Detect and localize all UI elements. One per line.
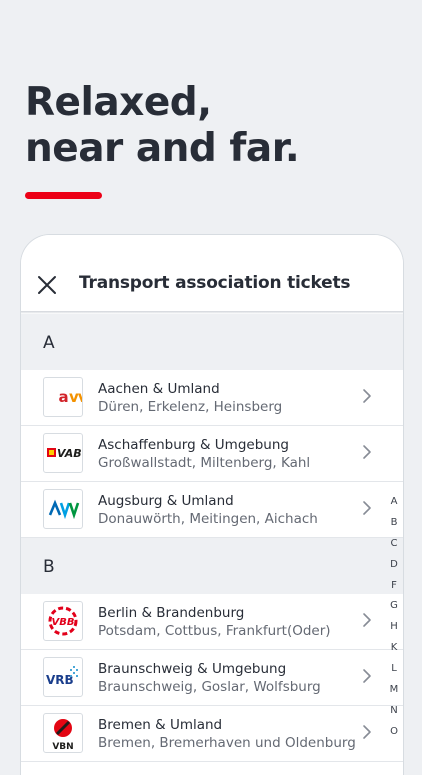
section-header-a: A <box>21 314 403 370</box>
list-item-aachen[interactable]: avv Aachen & Umland Düren, Erkelenz, Hei… <box>21 370 403 426</box>
list-item-augsburg[interactable]: Augsburg & Umland Donauwörth, Meitingen,… <box>21 482 403 538</box>
chevron-right-icon <box>363 389 371 403</box>
index-letter-c[interactable]: C <box>386 534 402 555</box>
close-button[interactable] <box>35 273 59 297</box>
index-letter-m[interactable]: M <box>386 680 402 701</box>
index-letter-h[interactable]: H <box>386 617 402 638</box>
index-letter-f[interactable]: F <box>386 576 402 597</box>
item-subtitle: Potsdam, Cottbus, Frankfurt(Oder) <box>98 623 331 639</box>
headline-line-2: near and far. <box>25 126 300 171</box>
item-title: Aachen & Umland <box>98 381 220 397</box>
svg-text:VAB: VAB <box>57 447 82 460</box>
screen-title: Transport association tickets <box>79 273 351 293</box>
vrb-logo: VRB <box>43 657 83 697</box>
promo-headline: Relaxed, near and far. <box>25 80 300 172</box>
headline-line-1: Relaxed, <box>25 80 212 125</box>
vab-logo: VAB <box>43 433 83 473</box>
close-icon <box>38 276 56 294</box>
item-subtitle: Braunschweig, Goslar, Wolfsburg <box>98 679 321 695</box>
chevron-right-icon <box>363 669 371 683</box>
phone-screen: Transport association tickets A avv Aach… <box>20 234 404 775</box>
item-subtitle: Bremen, Bremerhaven und Oldenburg <box>98 735 356 751</box>
chevron-right-icon <box>363 501 371 515</box>
item-title: Aschaffenburg & Umgebung <box>98 437 289 453</box>
list-item-berlin[interactable]: VBB Berlin & Brandenburg Potsdam, Cottbu… <box>21 594 403 650</box>
item-title: Augsburg & Umland <box>98 493 234 509</box>
index-letter-k[interactable]: K <box>386 638 402 659</box>
vbb-logo: VBB <box>43 601 83 641</box>
chevron-right-icon <box>363 613 371 627</box>
index-letter-g[interactable]: G <box>386 596 402 617</box>
item-title: Berlin & Brandenburg <box>98 605 245 621</box>
avv-aachen-logo: avv <box>43 377 83 417</box>
item-subtitle: Donauwörth, Meitingen, Aichach <box>98 511 318 527</box>
svg-text:vv: vv <box>69 388 82 406</box>
svg-text:VBB: VBB <box>52 617 75 628</box>
section-letter: A <box>43 333 55 353</box>
index-letter-l[interactable]: L <box>386 659 402 680</box>
association-list[interactable]: A avv Aachen & Umland Düren, Erkelenz, H… <box>21 314 403 762</box>
svg-text:VBN: VBN <box>52 742 73 752</box>
vbn-logo: VBN <box>43 713 83 753</box>
index-letter-n[interactable]: N <box>386 701 402 722</box>
chevron-right-icon <box>363 445 371 459</box>
svg-text:a: a <box>58 388 67 406</box>
svg-text:VRB: VRB <box>46 673 74 687</box>
index-letter-d[interactable]: D <box>386 555 402 576</box>
list-item-braunschweig[interactable]: VRB Braunschweig & Umgebung Braunschweig… <box>21 650 403 706</box>
list-item-bremen[interactable]: VBN Bremen & Umland Bremen, Bremerhaven … <box>21 706 403 762</box>
list-item-aschaffenburg[interactable]: VAB Aschaffenburg & Umgebung Großwallsta… <box>21 426 403 482</box>
chevron-right-icon <box>363 725 371 739</box>
alphabet-index[interactable]: A B C D F G H K L M N O <box>386 492 402 743</box>
item-title: Braunschweig & Umgebung <box>98 661 287 677</box>
item-subtitle: Großwallstadt, Miltenberg, Kahl <box>98 455 311 471</box>
section-header-b: B <box>21 538 403 594</box>
item-title: Bremen & Umland <box>98 717 223 733</box>
index-letter-b[interactable]: B <box>386 513 402 534</box>
accent-bar <box>25 192 102 199</box>
avv-augsburg-logo <box>43 489 83 529</box>
section-letter: B <box>43 557 55 577</box>
item-subtitle: Düren, Erkelenz, Heinsberg <box>98 399 283 415</box>
index-letter-o[interactable]: O <box>386 722 402 743</box>
index-letter-a[interactable]: A <box>386 492 402 513</box>
top-app-bar: Transport association tickets <box>21 235 403 313</box>
